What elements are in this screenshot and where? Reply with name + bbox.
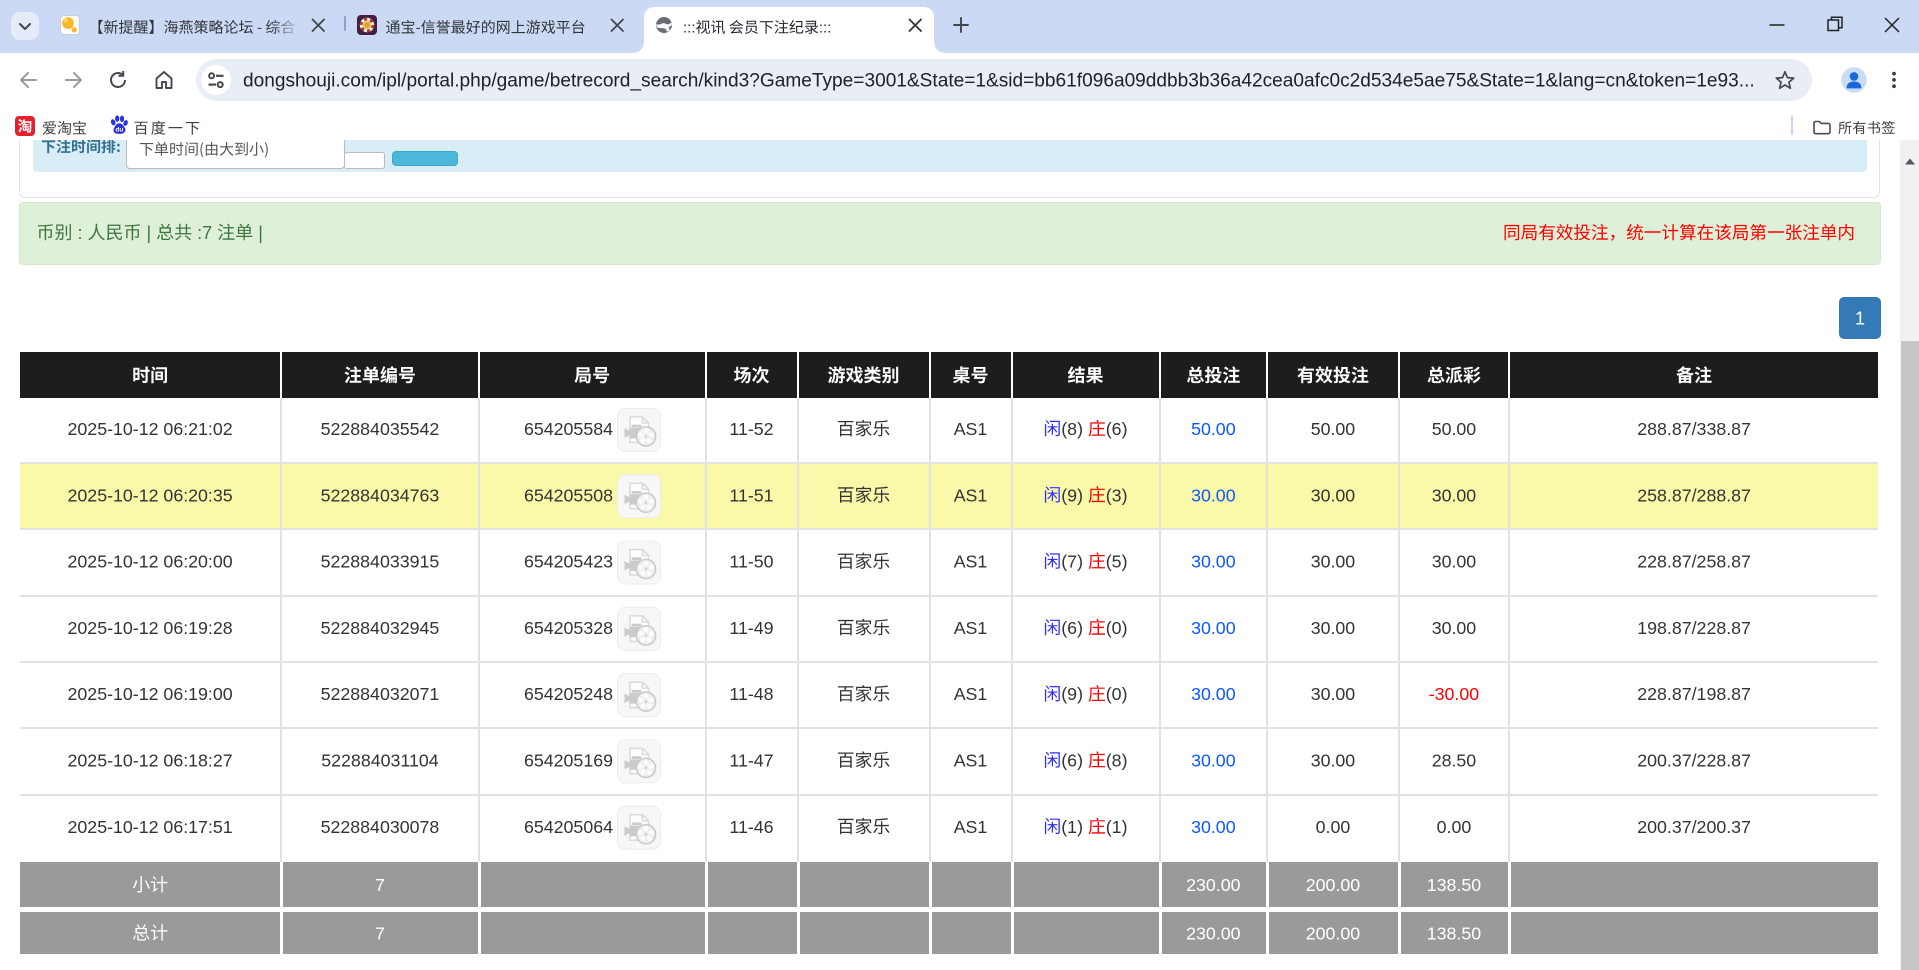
- svg-text:du: du: [115, 126, 123, 133]
